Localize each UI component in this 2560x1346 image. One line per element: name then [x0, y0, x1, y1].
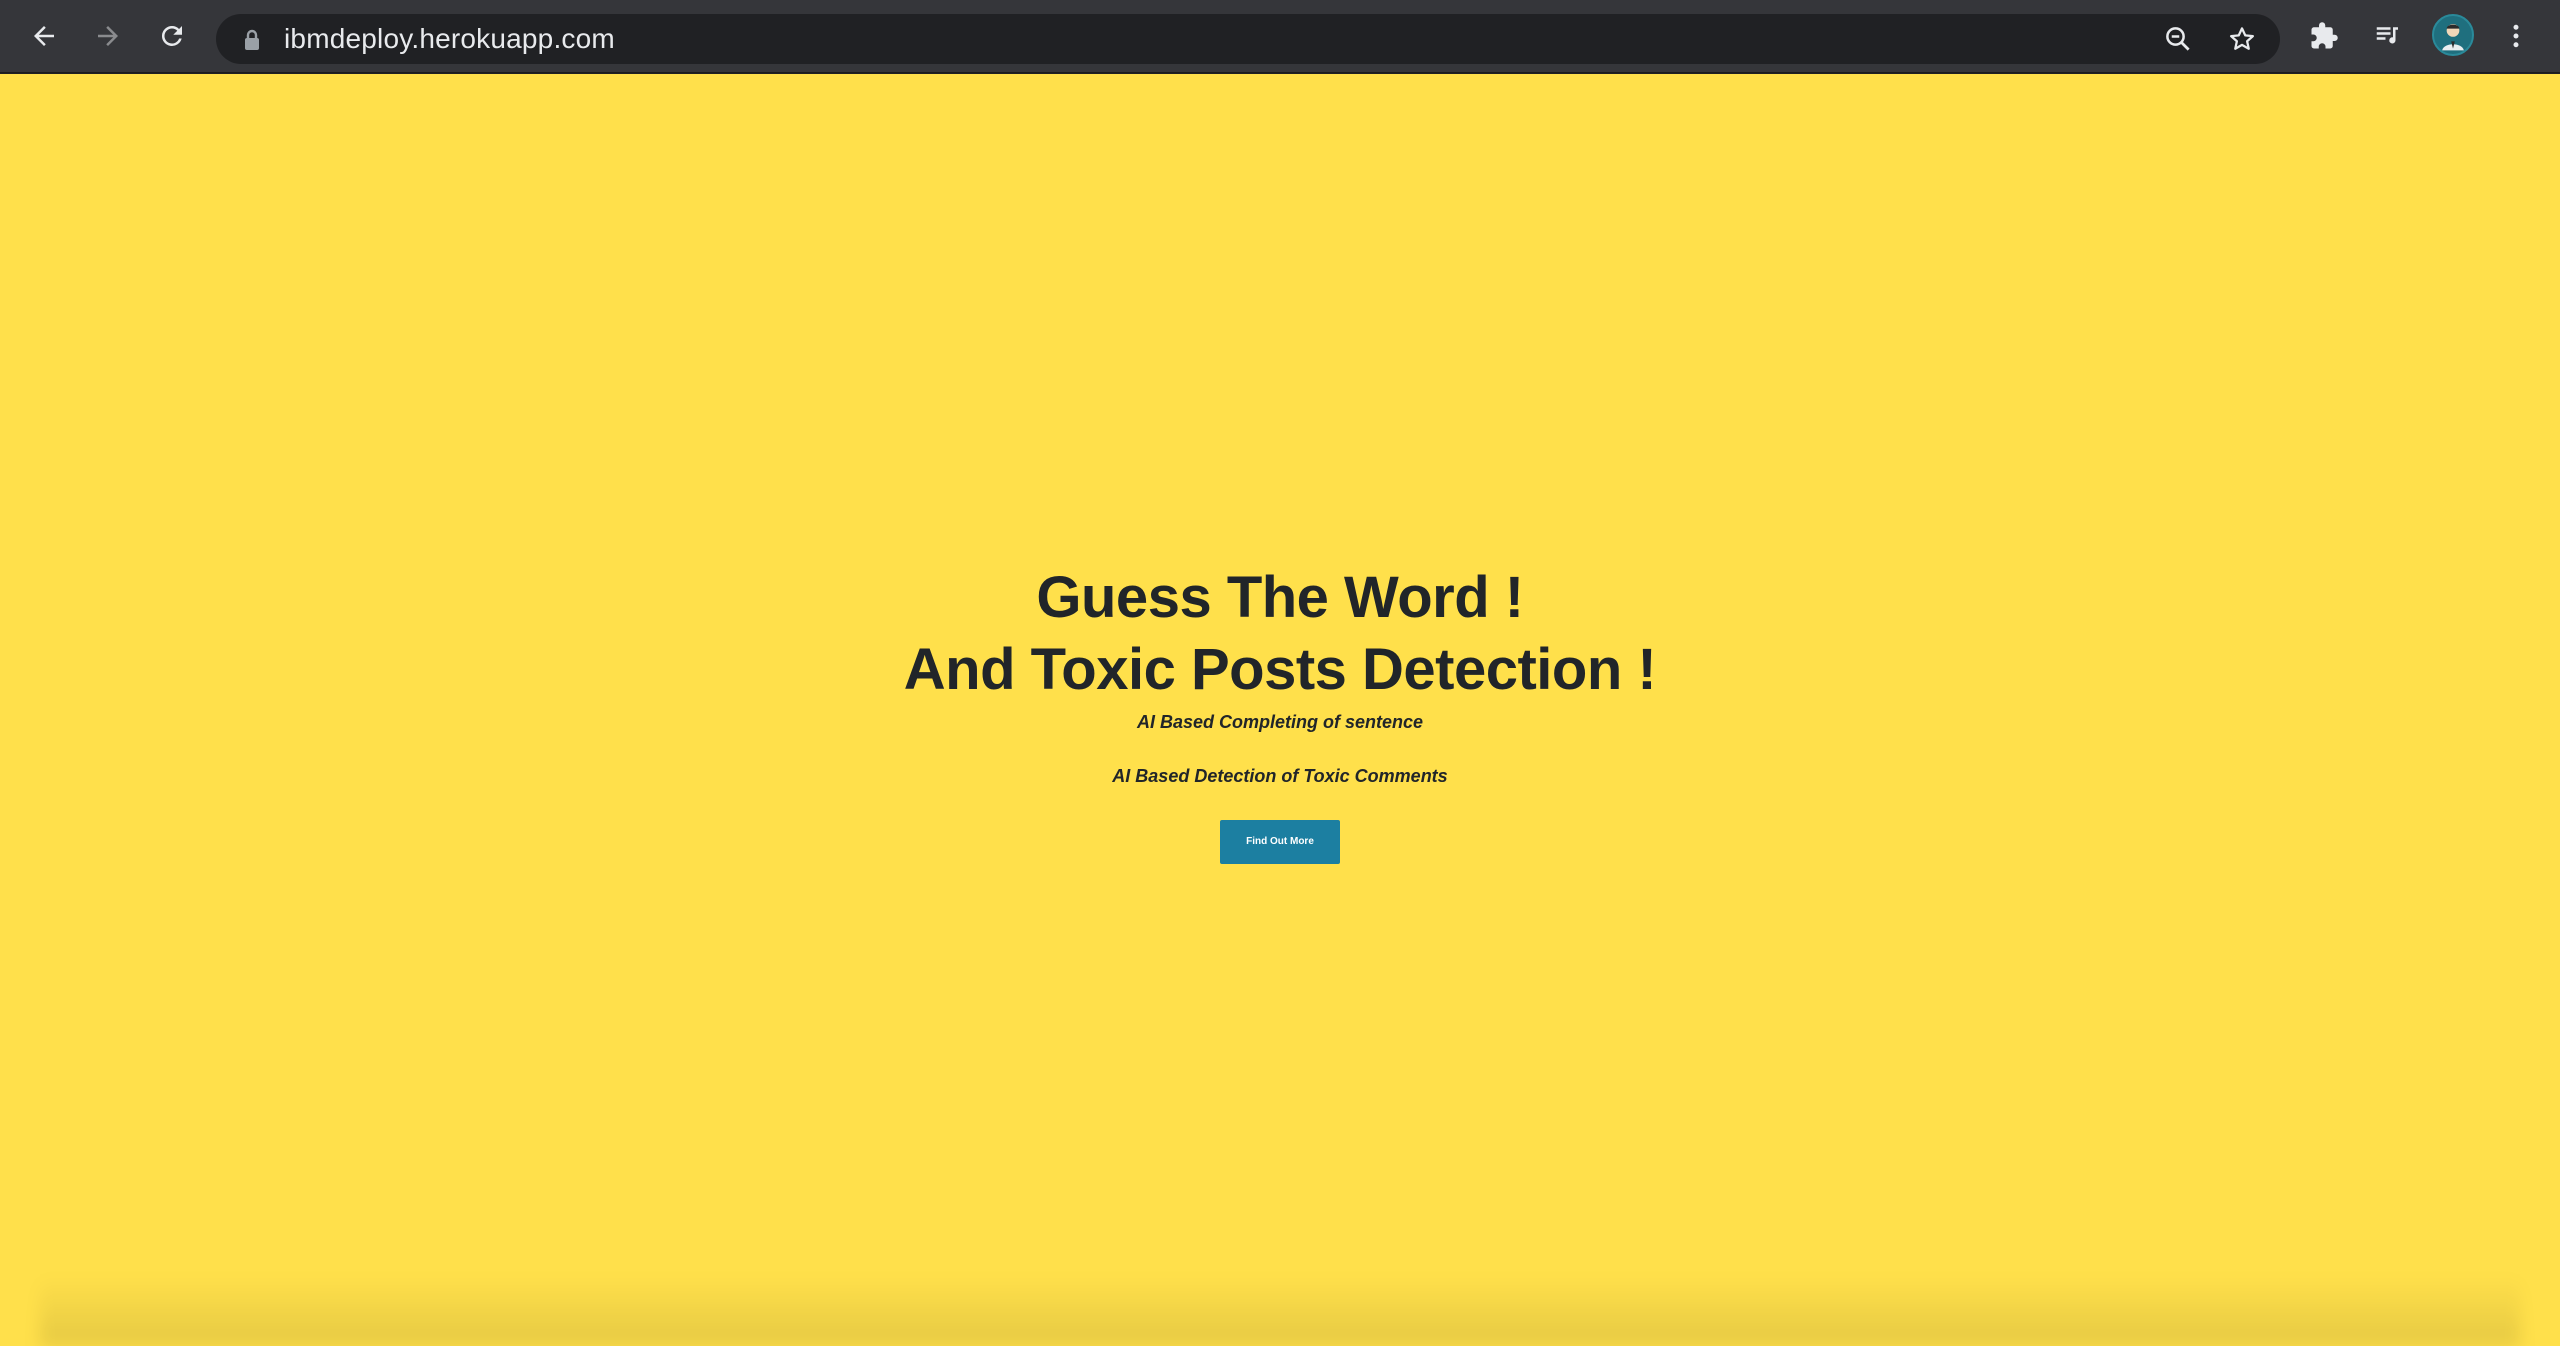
hero-subtitle-2: AI Based Detection of Toxic Comments [1112, 766, 1448, 786]
reload-icon [161, 25, 182, 46]
hero-subtitle-1: AI Based Completing of sentence [1136, 712, 1424, 732]
extensions-button[interactable] [2304, 16, 2344, 56]
avatar[interactable] [2432, 14, 2474, 56]
url-text: ibmdeploy.herokuapp.com [284, 23, 615, 54]
forward-arrow-icon [98, 26, 118, 46]
more-vertical-icon [2513, 24, 2519, 48]
reload-button[interactable] [152, 16, 192, 56]
media-queue-button[interactable] [2368, 16, 2408, 56]
zoom-icon [2166, 27, 2190, 51]
find-out-more-button[interactable]: Find Out More [1220, 820, 1340, 864]
address-bar[interactable]: ibmdeploy.herokuapp.com [216, 14, 2280, 64]
hero-section: Guess The Word ! And Toxic Posts Detecti… [0, 562, 2560, 864]
back-arrow-icon [34, 26, 54, 46]
back-button[interactable] [24, 16, 64, 56]
more-menu-button[interactable] [2496, 16, 2536, 56]
hero-title-line-1: Guess The Word ! [1036, 565, 1524, 630]
hero-title-line-2: And Toxic Posts Detection ! [903, 637, 1657, 702]
star-icon [2230, 27, 2254, 50]
page-content: Guess The Word ! And Toxic Posts Detecti… [0, 74, 2560, 1346]
forward-button[interactable] [88, 16, 128, 56]
media-queue-icon [2376, 27, 2398, 44]
profile-picture-icon [2442, 24, 2464, 51]
extensions-icon [2311, 22, 2338, 49]
lock-icon [245, 29, 259, 50]
bookmark-button[interactable] [2224, 21, 2260, 57]
zoom-button[interactable] [2160, 21, 2196, 57]
browser-toolbar: ibmdeploy.herokuapp.com [0, 0, 2560, 73]
